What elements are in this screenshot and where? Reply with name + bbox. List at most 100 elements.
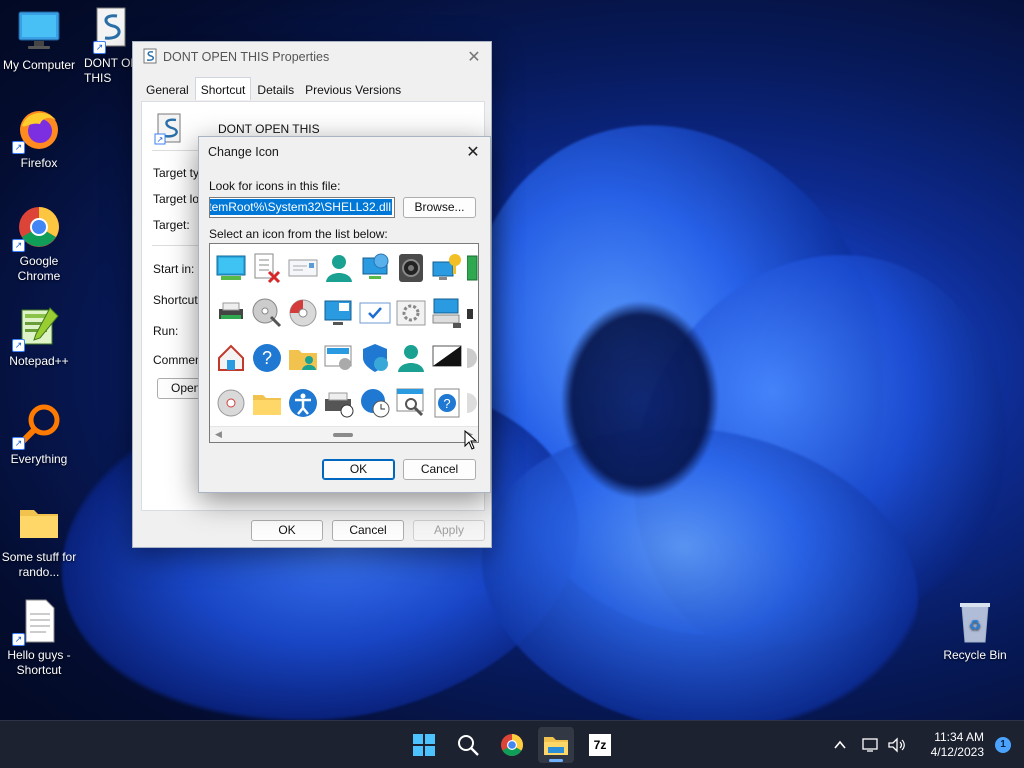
volume-icon[interactable] — [887, 721, 907, 768]
properties-titlebar[interactable]: DONT OPEN THIS Properties — [133, 42, 491, 72]
svg-text:?: ? — [443, 396, 450, 411]
checklist-delete-icon[interactable] — [251, 252, 283, 284]
show-hidden-icons-chevron-icon[interactable] — [832, 721, 848, 768]
computer-key-icon[interactable] — [431, 252, 463, 284]
gear-window-icon[interactable] — [395, 297, 427, 329]
7zip-label: 7z — [589, 734, 611, 756]
monitor-icon[interactable] — [215, 252, 247, 284]
cancel-button[interactable]: Cancel — [403, 459, 476, 480]
change-icon-dialog: Change Icon ✕ Look for icons in this fil… — [198, 136, 491, 493]
cd-red-icon[interactable] — [287, 297, 319, 329]
select-icon-label: Select an icon from the list below: — [209, 227, 388, 241]
grid-monitor-icon[interactable] — [323, 297, 355, 329]
icon-list[interactable]: ? ? ◀ ▶ — [209, 243, 479, 443]
green-partial-icon[interactable] — [466, 252, 478, 284]
chrome-icon[interactable] — [494, 727, 530, 763]
close-icon[interactable]: ✕ — [463, 48, 485, 68]
desktop-icon-google-chrome[interactable]: ↗ Google Chrome — [0, 204, 78, 284]
desktop-icon-my-computer[interactable]: My Computer — [0, 8, 78, 73]
svg-text:↗: ↗ — [157, 135, 164, 144]
window-search-icon[interactable] — [395, 387, 427, 419]
user-icon[interactable] — [395, 342, 427, 374]
browse-button[interactable]: Browse... — [403, 197, 476, 218]
partial-icon[interactable] — [457, 342, 478, 374]
desktop-icon-label: Some stuff for rando... — [1, 550, 77, 579]
accessibility-icon[interactable] — [287, 387, 319, 419]
folder-icon[interactable] — [251, 387, 283, 419]
windows-start-icon[interactable] — [406, 727, 442, 763]
7zip-icon[interactable]: 7z — [582, 727, 618, 763]
tab-general[interactable]: General — [141, 80, 194, 100]
mouse-cursor-icon — [464, 429, 478, 453]
disc-icon[interactable] — [215, 387, 247, 419]
horizontal-scrollbar[interactable]: ◀ ▶ — [210, 426, 478, 442]
everything-search-icon: ↗ — [12, 402, 62, 450]
monitor-user-icon[interactable] — [323, 342, 355, 374]
chrome-icon: ↗ — [12, 204, 62, 252]
network-globe-monitor-icon[interactable] — [359, 252, 391, 284]
search-icon[interactable] — [450, 727, 486, 763]
keyboard-computer-icon[interactable] — [431, 297, 463, 329]
folder-icon — [16, 500, 62, 546]
tab-previous-versions[interactable]: Previous Versions — [300, 80, 406, 100]
desktop-icon-notepadpp[interactable]: ↗ Notepad++ — [0, 304, 78, 369]
help-document-icon[interactable]: ? — [431, 387, 463, 419]
scroll-left-icon[interactable]: ◀ — [215, 429, 222, 440]
svg-text:♻: ♻ — [969, 617, 982, 633]
user-icon[interactable] — [323, 252, 355, 284]
users-folder-icon[interactable] — [287, 342, 319, 374]
desktop-icon-label: My Computer — [2, 58, 76, 72]
desktop-icon-label: Firefox — [20, 156, 58, 170]
clock-time: 11:34 AM — [934, 730, 984, 744]
display-contrast-icon[interactable] — [431, 342, 463, 374]
checkbox-window-icon[interactable] — [359, 297, 391, 329]
text-file-icon: ↗ — [12, 598, 62, 646]
file-explorer-icon[interactable] — [538, 727, 574, 763]
desktop-icon-folder[interactable]: Some stuff for rando... — [0, 500, 78, 580]
firefox-icon: ↗ — [12, 106, 62, 154]
taskbar: 7z 11:34 AM 4/12/2023 1 — [0, 720, 1024, 768]
speaker-icon[interactable] — [395, 252, 427, 284]
notepadpp-icon: ↗ — [12, 304, 62, 352]
desktop-icon-everything[interactable]: ↗ Everything — [0, 402, 78, 467]
script-file-icon — [143, 48, 157, 67]
clock[interactable]: 11:34 AM 4/12/2023 — [931, 730, 984, 760]
desktop-icon-dont-open-this[interactable]: ↗ DONT OPEN THIS — [80, 6, 140, 86]
tab-shortcut[interactable]: Shortcut — [194, 77, 252, 100]
svg-text:?: ? — [262, 348, 272, 368]
clock-date: 4/12/2023 — [930, 745, 984, 759]
desktop-icon-label: Everything — [10, 452, 68, 466]
ok-button[interactable]: OK — [251, 520, 323, 541]
close-icon[interactable]: ✕ — [462, 143, 484, 163]
desktop-icon-hello-guys[interactable]: ↗ Hello guys - Shortcut — [0, 598, 78, 678]
envelope-card-icon[interactable] — [287, 252, 319, 284]
partial-icon[interactable] — [457, 387, 478, 419]
monitor-icon — [16, 8, 62, 54]
apply-button[interactable]: Apply — [413, 520, 485, 541]
script-file-icon: ↗ — [154, 112, 186, 149]
home-network-icon[interactable] — [215, 342, 247, 374]
cancel-button[interactable]: Cancel — [332, 520, 404, 541]
icon-grid: ? ? — [213, 250, 478, 430]
change-icon-titlebar[interactable]: Change Icon — [199, 137, 490, 167]
printer-icon[interactable] — [215, 297, 247, 329]
tab-details[interactable]: Details — [252, 80, 299, 100]
network-icon[interactable] — [862, 721, 880, 768]
cd-search-icon[interactable] — [251, 297, 283, 329]
recycle-bin-icon: ♻ — [952, 598, 998, 644]
desktop-icon-recycle-bin[interactable]: ♻ Recycle Bin — [936, 598, 1014, 663]
active-indicator — [549, 759, 563, 762]
desktop-icon-label: Google Chrome — [17, 254, 61, 283]
desktop-icon-firefox[interactable]: ↗ Firefox — [0, 106, 78, 171]
partial-icon[interactable] — [467, 297, 478, 329]
scrollbar-thumb[interactable] — [333, 433, 353, 437]
window-title: Change Icon — [208, 145, 279, 159]
icon-file-path-input[interactable]: %SystemRoot%\System32\SHELL32.dll — [209, 197, 395, 218]
help-icon[interactable]: ? — [251, 342, 283, 374]
shield-globe-icon[interactable] — [359, 342, 391, 374]
path-value: %SystemRoot%\System32\SHELL32.dll — [210, 199, 392, 215]
notification-badge[interactable]: 1 — [995, 737, 1011, 753]
globe-clock-icon[interactable] — [359, 387, 391, 419]
ok-button[interactable]: OK — [322, 459, 395, 480]
printer-fax-icon[interactable] — [323, 387, 355, 419]
